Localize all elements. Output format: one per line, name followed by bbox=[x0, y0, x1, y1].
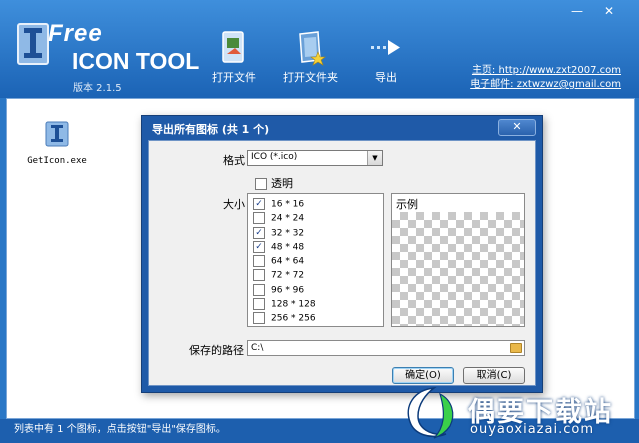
exe-icon bbox=[45, 121, 69, 147]
checkbox-checked-icon[interactable]: ✓ bbox=[253, 198, 265, 210]
contact-info: 主页: http://www.zxt2007.com 电子邮件: zxtwzwz… bbox=[470, 64, 621, 92]
size-option[interactable]: 64 * 64 bbox=[248, 255, 383, 269]
open-folder-label: 打开文件夹 bbox=[283, 71, 338, 84]
watermark-url: ouyaoxiazai.com bbox=[470, 422, 594, 437]
ok-button[interactable]: 确定(O) bbox=[392, 367, 454, 384]
checkbox-box[interactable] bbox=[253, 269, 265, 282]
size-option-label: 96 * 96 bbox=[271, 285, 305, 296]
homepage-link[interactable]: 主页: http://www.zxt2007.com bbox=[472, 65, 621, 76]
open-folder-icon bbox=[299, 31, 326, 66]
open-file-label: 打开文件 bbox=[212, 71, 256, 84]
open-file-icon bbox=[222, 31, 244, 63]
transparent-label: 透明 bbox=[271, 177, 293, 190]
preview-label: 示例 bbox=[394, 196, 420, 212]
dialog-body: 格式 ICO (*.ico) ▼ 透明 大小 ✓ 16 * 16 24 * 24 ✓ 3… bbox=[148, 140, 536, 386]
dialog-title: 导出所有图标 (共 1 个) bbox=[152, 123, 270, 136]
checkbox-box[interactable] bbox=[253, 255, 265, 268]
format-value: ICO (*.ico) bbox=[251, 152, 298, 162]
size-option[interactable]: 128 * 128 bbox=[248, 298, 383, 312]
file-name: GetIcon.exe bbox=[27, 156, 87, 166]
close-button[interactable]: ✕ bbox=[598, 4, 620, 18]
checkbox-box[interactable] bbox=[253, 312, 265, 325]
transparent-checkbox[interactable]: 透明 bbox=[255, 175, 293, 191]
site-watermark: 偶要下载站 ouyaoxiazai.com bbox=[398, 384, 638, 442]
size-option[interactable]: 72 * 72 bbox=[248, 269, 383, 283]
logo-free-text: Free bbox=[48, 20, 103, 47]
format-select[interactable]: ICO (*.ico) ▼ bbox=[247, 150, 383, 166]
list-item[interactable]: GetIcon.exe bbox=[27, 121, 87, 166]
app-window: — ✕ Free ICON TOOL 版本 2.1.5 打开文件 打开文件夹 导… bbox=[0, 0, 639, 443]
watermark-logo-icon bbox=[407, 386, 454, 439]
size-option-label: 24 * 24 bbox=[271, 213, 305, 224]
size-label: 大小 bbox=[223, 198, 245, 211]
checkbox-box[interactable] bbox=[253, 283, 265, 296]
path-value: C:\ bbox=[251, 343, 264, 353]
size-option-label: 32 * 32 bbox=[271, 228, 305, 239]
export-button[interactable]: 导出 bbox=[368, 30, 404, 94]
email-link[interactable]: 电子邮件: zxtwzwz@gmail.com bbox=[470, 79, 621, 90]
size-option-label: 48 * 48 bbox=[271, 242, 305, 253]
checkbox-box[interactable] bbox=[253, 298, 265, 311]
checkbox-box[interactable] bbox=[253, 212, 265, 225]
export-label: 导出 bbox=[375, 71, 397, 84]
save-path-input[interactable]: C:\ bbox=[247, 340, 525, 356]
size-option[interactable]: 256 * 256 bbox=[248, 312, 383, 326]
checkbox-checked-icon[interactable]: ✓ bbox=[253, 226, 265, 239]
export-arrow-icon bbox=[371, 40, 400, 55]
open-file-button[interactable]: 打开文件 bbox=[212, 30, 256, 94]
export-dialog: 导出所有图标 (共 1 个) ✕ 格式 ICO (*.ico) ▼ 透明 大小 … bbox=[141, 115, 543, 393]
open-folder-button[interactable]: 打开文件夹 bbox=[283, 30, 338, 94]
status-text: 列表中有 1 个图标，点击按钮"导出"保存图标。 bbox=[14, 424, 226, 435]
cancel-button[interactable]: 取消(C) bbox=[463, 367, 525, 384]
size-option-label: 256 * 256 bbox=[271, 313, 316, 324]
size-option-label: 128 * 128 bbox=[271, 299, 316, 310]
logo-title: ICON TOOL bbox=[72, 48, 200, 74]
header: — ✕ Free ICON TOOL 版本 2.1.5 打开文件 打开文件夹 导… bbox=[0, 0, 639, 98]
size-option-label: 72 * 72 bbox=[271, 270, 305, 281]
size-list[interactable]: ✓ 16 * 16 24 * 24 ✓ 32 * 32 ✓ 48 * 48 64 * 64 72… bbox=[247, 193, 384, 327]
size-option[interactable]: 24 * 24 bbox=[248, 212, 383, 226]
size-option[interactable]: 96 * 96 bbox=[248, 283, 383, 298]
size-option[interactable]: ✓ 32 * 32 bbox=[248, 226, 383, 241]
version-label: 版本 2.1.5 bbox=[73, 83, 122, 94]
minimize-button[interactable]: — bbox=[566, 4, 588, 18]
size-option-label: 64 * 64 bbox=[271, 256, 305, 267]
size-option[interactable]: ✓ 16 * 16 bbox=[248, 198, 383, 212]
checkbox-box[interactable] bbox=[255, 178, 267, 190]
size-option[interactable]: ✓ 48 * 48 bbox=[248, 240, 383, 255]
chevron-down-icon[interactable]: ▼ bbox=[367, 151, 382, 165]
transparency-checkerboard bbox=[392, 212, 524, 326]
folder-browse-icon[interactable] bbox=[510, 343, 522, 353]
path-label: 保存的路径 bbox=[189, 344, 244, 357]
dialog-close-button[interactable]: ✕ bbox=[498, 119, 536, 136]
preview-panel: 示例 bbox=[391, 193, 525, 327]
checkbox-checked-icon[interactable]: ✓ bbox=[253, 240, 265, 253]
size-option-label: 16 * 16 bbox=[271, 199, 305, 210]
format-label: 格式 bbox=[223, 154, 245, 167]
